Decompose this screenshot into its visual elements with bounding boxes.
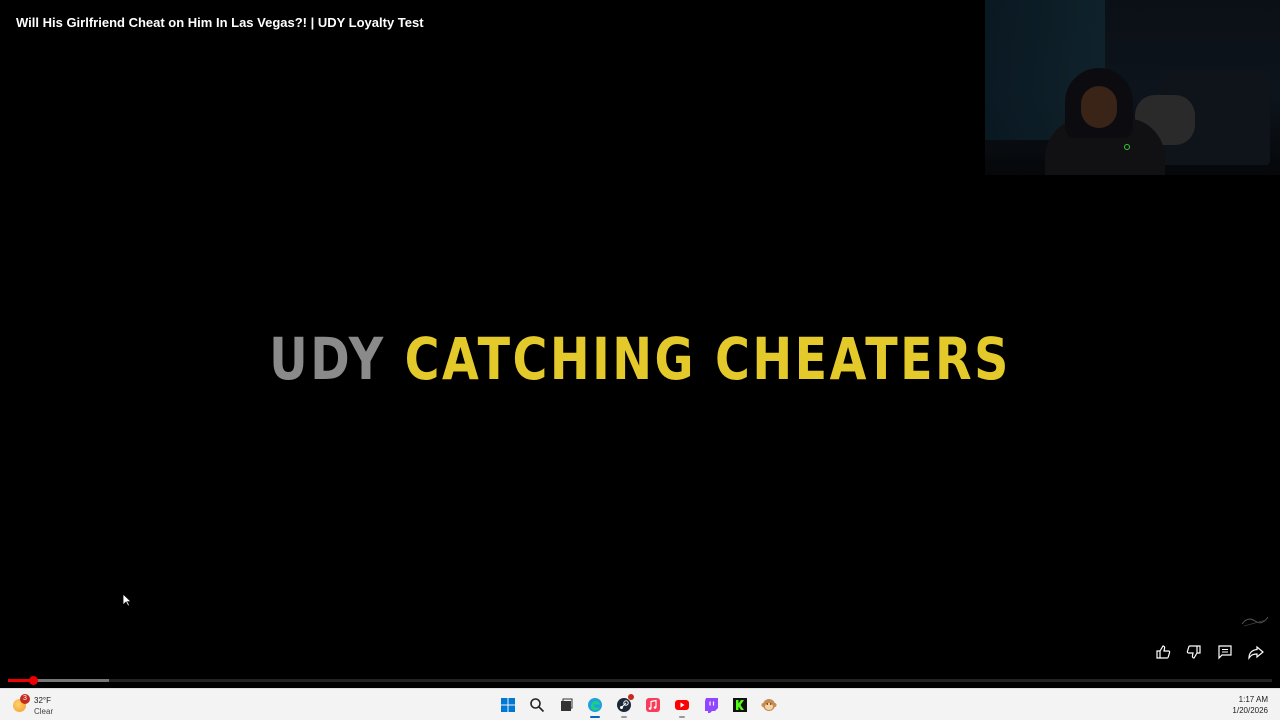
monkey-app-button[interactable] [757,693,781,717]
weather-temp: 32°F [34,696,51,705]
video-title: Will His Girlfriend Cheat on Him In Las … [16,15,424,30]
twitch-icon [705,698,718,713]
youtube-icon [675,700,689,710]
twitch-button[interactable] [699,693,723,717]
progress-bar[interactable] [8,676,1272,685]
search-button[interactable] [525,693,549,717]
clock-time: 1:17 AM [1238,695,1268,704]
comments-button[interactable] [1215,642,1235,662]
webcam-overlay [985,0,1280,175]
video-player[interactable]: Will His Girlfriend Cheat on Him In Las … [0,0,1280,688]
video-actions [1153,642,1266,662]
start-button[interactable] [496,693,520,717]
progress-scrubber-handle[interactable] [29,676,39,685]
file-explorer-icon [561,698,573,711]
edge-button[interactable] [583,693,607,718]
taskbar: 3 32°F Clear 1:17 AM 1/20/2026 [0,688,1280,720]
channel-watermark-icon [1241,616,1269,627]
share-icon [1248,645,1264,660]
thumbs-up-icon [1156,645,1171,659]
search-icon [530,698,545,713]
dislike-button[interactable] [1184,642,1204,662]
taskbar-apps [496,693,781,718]
youtube-button[interactable] [670,693,694,718]
apple-music-button[interactable] [641,693,665,717]
clock-date: 1/20/2026 [1232,706,1268,715]
comment-icon [1218,645,1232,660]
kick-icon [733,698,747,712]
title-card: UDY CATCHING CHEATERS [115,325,1165,393]
title-card-udy: UDY [269,325,386,393]
share-button[interactable] [1246,642,1266,662]
mouse-cursor-icon [122,593,132,607]
task-view-button[interactable] [554,693,578,717]
weather-widget[interactable]: 3 32°F Clear [10,692,90,718]
weather-condition: Clear [34,707,54,716]
monkey-app-icon [761,699,777,711]
steam-button[interactable] [612,693,636,718]
thumbs-down-icon [1186,645,1201,659]
like-button[interactable] [1153,642,1173,662]
title-card-catching-cheaters: CATCHING CHEATERS [404,325,1011,393]
kick-button[interactable] [728,693,752,717]
start-icon [501,698,515,712]
apple-music-icon [646,698,660,712]
notification-badge: 3 [20,694,30,704]
edge-icon [588,698,602,712]
system-clock[interactable]: 1:17 AM 1/20/2026 [1232,694,1268,716]
